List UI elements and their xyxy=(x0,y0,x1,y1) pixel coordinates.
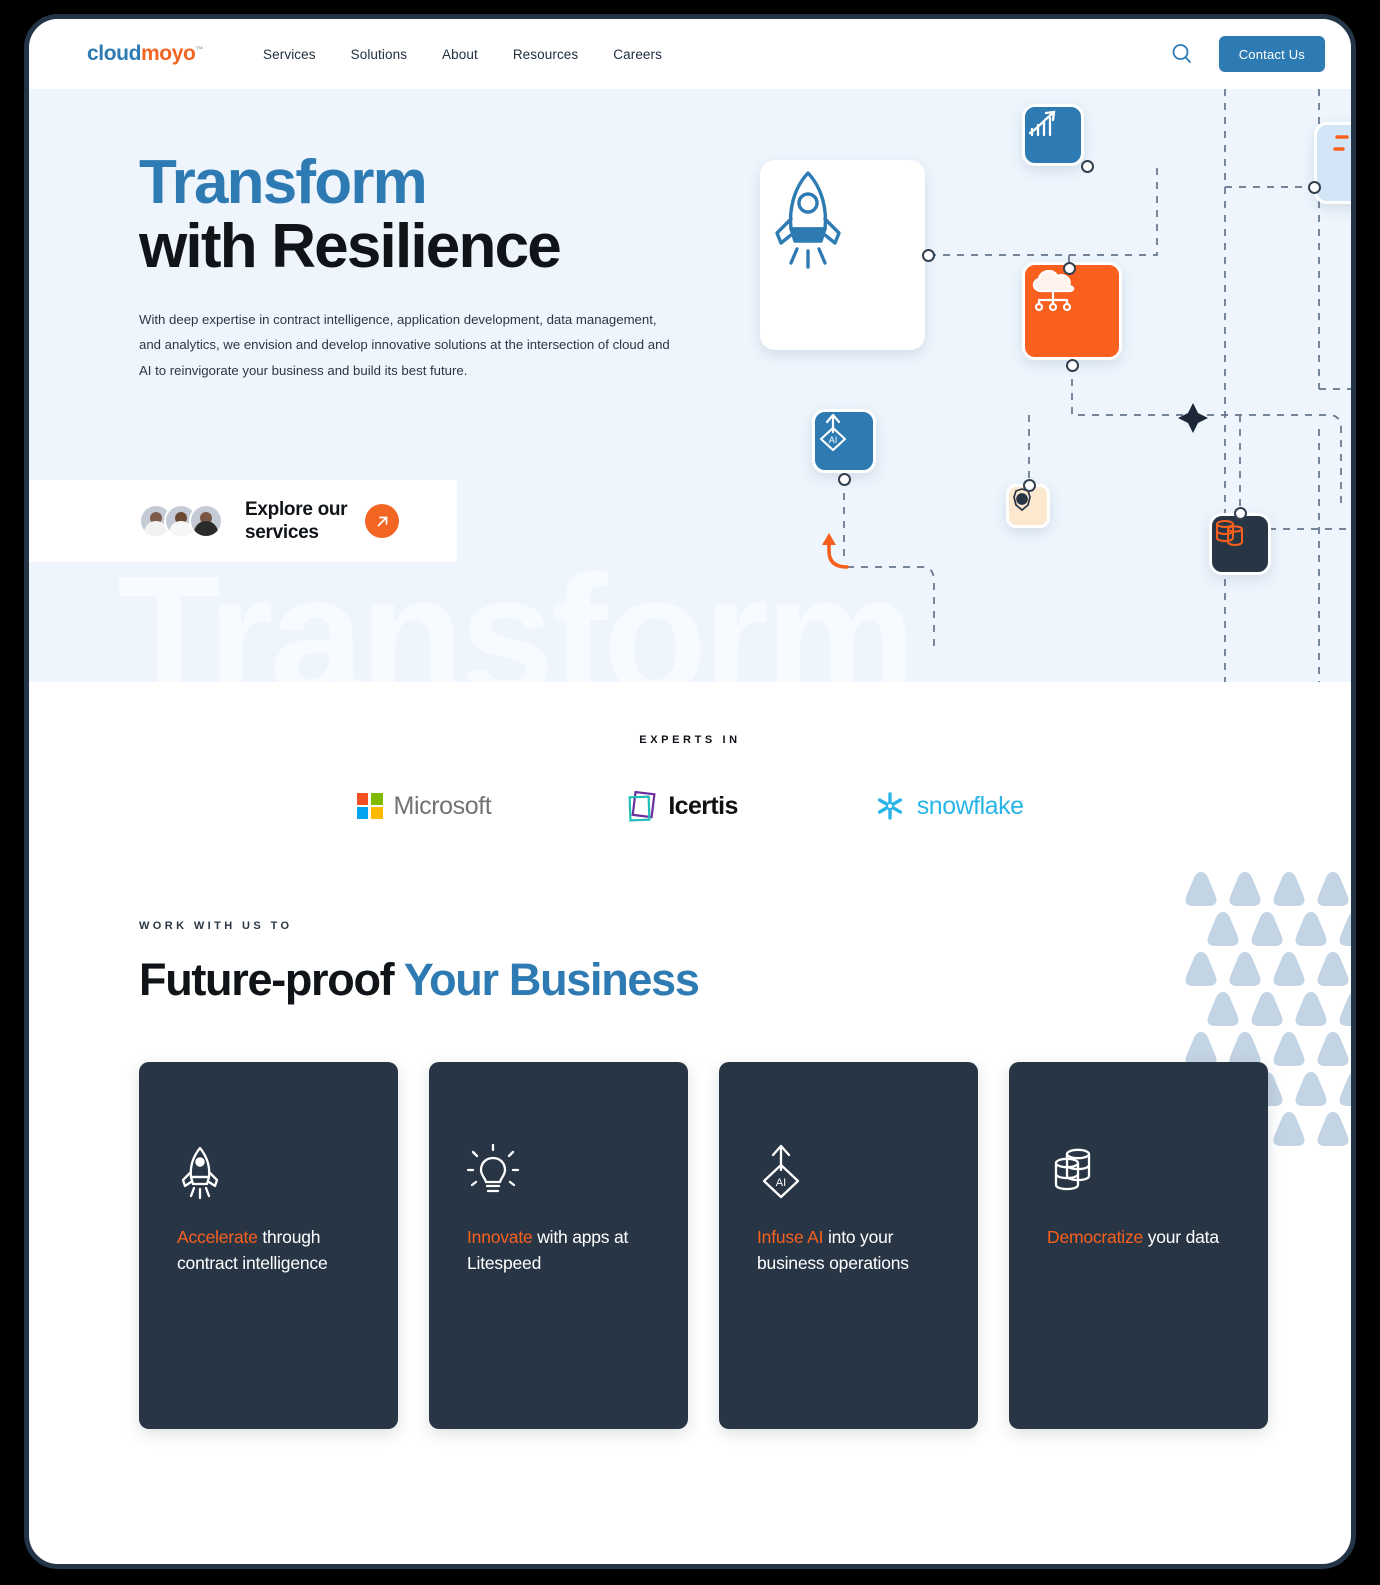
experts-section: EXPERTS IN Microsoft Icertis snowflake xyxy=(29,682,1351,842)
svg-text:AI: AI xyxy=(829,435,838,445)
explore-services-banner[interactable]: Explore our services xyxy=(29,480,457,562)
database-icon xyxy=(1216,520,1243,547)
explore-line-2: services xyxy=(245,522,319,543)
card-highlight: Democratize xyxy=(1047,1227,1144,1247)
card-text: Democratize your data xyxy=(1047,1224,1240,1250)
nav-item-services[interactable]: Services xyxy=(263,47,316,62)
connector-node xyxy=(922,249,935,262)
graphic-database-card xyxy=(1209,513,1271,575)
contact-us-button[interactable]: Contact Us xyxy=(1218,36,1325,72)
spark-icon xyxy=(1178,403,1208,433)
future-proof-section: WORK WITH US TO Future-proof Your Busine… xyxy=(29,842,1351,1429)
logo-part-cloud: cloud xyxy=(87,42,141,65)
card-icon-wrap: AI xyxy=(757,1144,950,1200)
browser-frame: cloudmoyo™ Services Solutions About Reso… xyxy=(24,14,1356,1569)
card-text: Innovate with apps at Litespeed xyxy=(467,1224,660,1277)
card-icon-wrap xyxy=(1047,1144,1240,1200)
experts-label: EXPERTS IN xyxy=(639,734,741,746)
connector-node xyxy=(1081,160,1094,173)
section-title-blue: Your Business xyxy=(403,954,700,1005)
ai-diamond-icon: AI xyxy=(762,1144,800,1199)
avatar xyxy=(189,504,223,538)
hero-title-line1: Transform xyxy=(139,148,428,217)
partner-icertis: Icertis xyxy=(627,790,738,822)
icertis-logo xyxy=(628,790,656,822)
explore-line-1: Explore our xyxy=(245,498,348,520)
logo-part-moyo: moyo xyxy=(141,42,196,65)
top-navigation: cloudmoyo™ Services Solutions About Reso… xyxy=(29,19,1351,89)
card-rest: your data xyxy=(1143,1227,1219,1247)
graphic-rocket-card xyxy=(760,160,925,350)
lightbulb-icon xyxy=(466,1143,520,1193)
ai-diamond-icon: AI xyxy=(819,413,847,452)
partner-microsoft: Microsoft xyxy=(356,791,492,821)
value-cards: Accelerate through contract intelligence xyxy=(139,1062,1351,1429)
connector-node xyxy=(1063,262,1076,275)
page-title: Transform with Resilience xyxy=(139,151,629,279)
trademark-icon: ™ xyxy=(195,45,204,54)
chart-growth-icon xyxy=(1028,110,1056,137)
graphic-cloud-card xyxy=(1022,262,1122,360)
graphic-edge-card xyxy=(1314,122,1351,204)
hero-copy: Transform with Resilience With deep expe… xyxy=(29,89,670,384)
nav-item-careers[interactable]: Careers xyxy=(613,47,662,62)
search-icon[interactable] xyxy=(1169,41,1195,67)
microsoft-logo xyxy=(356,793,383,819)
connector-node xyxy=(1066,359,1079,372)
card-highlight: Accelerate xyxy=(177,1227,258,1247)
arrow-up-right-icon xyxy=(377,516,388,526)
snowflake-label: snowflake xyxy=(916,791,1024,820)
icertis-label: Icertis xyxy=(668,791,738,820)
card-icon-wrap xyxy=(466,1143,660,1200)
snowflake-logo xyxy=(877,792,902,820)
hero-section: Transform AI Transform with Resilience W… xyxy=(29,89,1351,682)
card-highlight: Innovate xyxy=(467,1227,533,1247)
nav-item-resources[interactable]: Resources xyxy=(513,47,578,62)
nav-item-solutions[interactable]: Solutions xyxy=(351,47,407,62)
hero-title-line2: with Resilience xyxy=(139,211,562,281)
database-icon xyxy=(1054,1148,1091,1191)
nav-links: Services Solutions About Resources Caree… xyxy=(263,47,662,62)
card-text: Infuse AI into your business operations xyxy=(757,1224,950,1277)
hero-paragraph: With deep expertise in contract intellig… xyxy=(139,311,670,379)
spark-icon xyxy=(1333,135,1349,151)
value-card-innovate[interactable]: Innovate with apps at Litespeed xyxy=(429,1062,688,1429)
partner-snowflake: snowflake xyxy=(874,790,1024,822)
value-card-infuse-ai[interactable]: AI Infuse AI into your business operatio… xyxy=(719,1062,978,1429)
graphic-chart-card xyxy=(1022,104,1084,166)
partner-logos: Microsoft Icertis snowflake xyxy=(29,790,1351,822)
graphic-ai-card: AI xyxy=(812,409,876,473)
cloudmoyo-logo[interactable]: cloudmoyo™ xyxy=(87,42,203,66)
explore-services-label: Explore our services xyxy=(245,498,348,544)
connector-node xyxy=(1234,507,1247,520)
avatar-group xyxy=(139,504,223,538)
rocket-icon xyxy=(181,1146,219,1200)
nav-actions: Contact Us xyxy=(1169,36,1325,72)
connector-node xyxy=(1308,181,1321,194)
value-card-accelerate[interactable]: Accelerate through contract intelligence xyxy=(139,1062,398,1429)
connector-node xyxy=(838,473,851,486)
card-icon-wrap xyxy=(177,1144,370,1200)
rocket-icon xyxy=(775,171,841,269)
svg-text:AI: AI xyxy=(776,1177,786,1189)
microsoft-label: Microsoft xyxy=(393,791,492,820)
nav-item-about[interactable]: About xyxy=(442,47,478,62)
value-card-democratize[interactable]: Democratize your data xyxy=(1009,1062,1268,1429)
card-text: Accelerate through contract intelligence xyxy=(177,1224,370,1277)
section-title-dark: Future-proof xyxy=(139,954,395,1005)
card-highlight: Infuse AI xyxy=(757,1227,824,1247)
connector-node xyxy=(1023,479,1036,492)
explore-arrow-button[interactable] xyxy=(365,504,400,538)
